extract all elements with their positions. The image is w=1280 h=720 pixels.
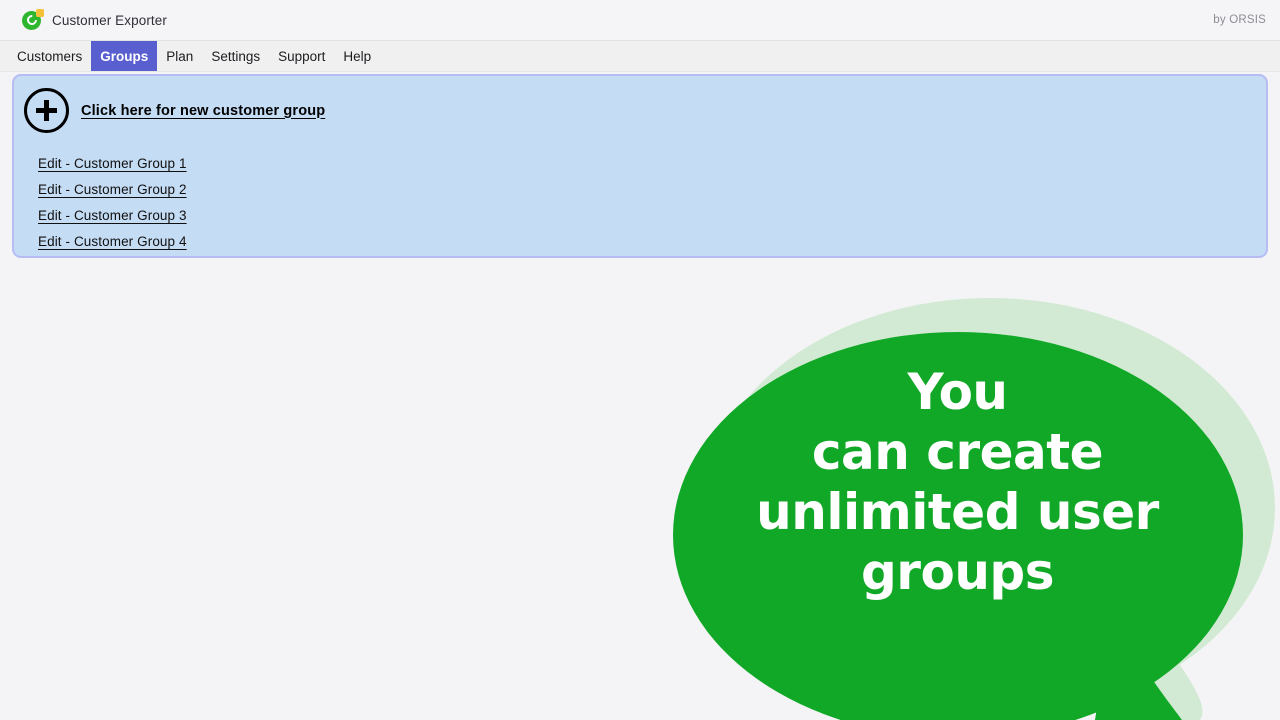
promo-line-3: unlimited user [756,483,1159,541]
app-window: Customer Exporter by ORSIS Customers Gro… [0,0,1280,720]
tab-settings[interactable]: Settings [202,41,269,71]
whatsapp-green-phone-icon [22,8,44,31]
promo-line-1: You [907,363,1008,421]
customer-groups-panel: Click here for new customer group Edit -… [12,74,1268,258]
promo-speech-bubble: You can create unlimited user groups [670,290,1280,720]
new-customer-group-row[interactable]: Click here for new customer group [24,88,325,133]
tab-customers[interactable]: Customers [8,41,91,71]
tab-support[interactable]: Support [269,41,334,71]
tab-plan[interactable]: Plan [157,41,202,71]
bubble-main-ellipse [673,332,1243,720]
bubble-shadow-tail [1138,620,1203,720]
promo-line-4: groups [861,543,1054,601]
edit-customer-group-2-link[interactable]: Edit - Customer Group 2 [38,182,187,197]
vendor-label: by ORSIS [1213,14,1266,26]
edit-customer-group-3-link[interactable]: Edit - Customer Group 3 [38,208,187,223]
promo-message: You can create unlimited user groups [670,362,1245,602]
tab-groups[interactable]: Groups [91,41,158,71]
edit-group-links: Edit - Customer Group 1 Edit - Customer … [38,156,187,249]
bubble-tail-extension [1117,635,1182,720]
tab-help[interactable]: Help [334,41,380,71]
main-navigation: Customers Groups Plan Settings Support H… [0,41,1280,72]
speech-bubble-shape [673,298,1275,720]
title-bar: Customer Exporter by ORSIS [0,0,1280,41]
app-title: Customer Exporter [52,12,167,28]
title-bar-left: Customer Exporter [22,8,167,31]
plus-circle-icon[interactable] [24,88,69,133]
promo-line-2: can create [811,423,1104,481]
edit-customer-group-4-link[interactable]: Edit - Customer Group 4 [38,234,187,249]
bubble-shadow-ellipse [705,298,1275,718]
new-customer-group-link[interactable]: Click here for new customer group [81,103,325,119]
edit-customer-group-1-link[interactable]: Edit - Customer Group 1 [38,156,187,171]
bubble-tail [1095,660,1170,720]
